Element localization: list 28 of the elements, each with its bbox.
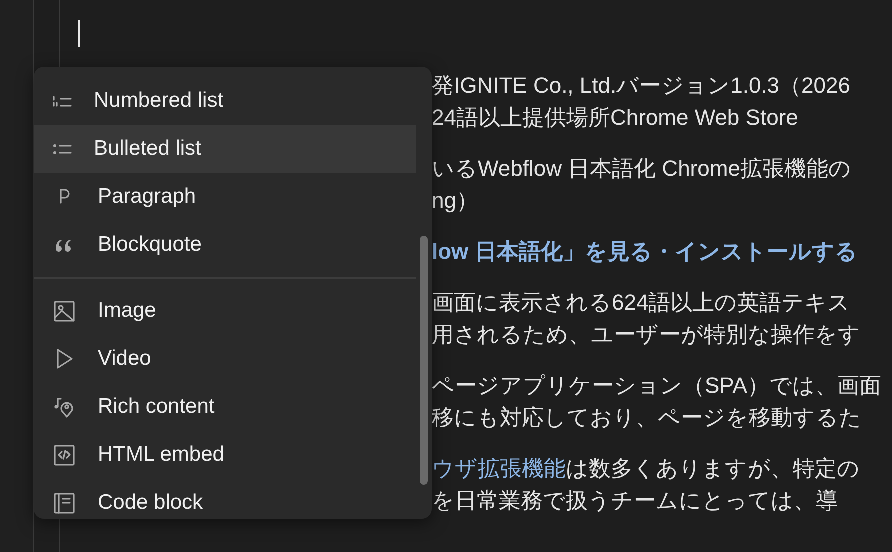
body-text: 移にも対応しており、ページを移動するた <box>432 405 862 430</box>
body-text: 24語以上提供場所Chrome Web Store <box>432 105 798 130</box>
menu-item[interactable]: Rich content <box>34 383 416 431</box>
menu-item[interactable]: Numbered list <box>34 77 416 125</box>
menu-item[interactable]: Bulleted list <box>34 125 416 173</box>
body-text: 発IGNITE Co., Ltd.バージョン1.0.3（2026 <box>432 73 850 98</box>
body-text: ng） <box>432 188 478 213</box>
scrollbar-thumb[interactable] <box>420 236 428 485</box>
text-link[interactable]: ウザ拡張機能 <box>432 456 566 481</box>
heading-link[interactable]: low 日本語化」を見る・インストールする <box>432 239 858 264</box>
menu-item[interactable]: Code block <box>34 479 416 519</box>
menu-item[interactable]: Paragraph <box>34 173 416 221</box>
body-text: ページアプリケーション（SPA）では、画面 <box>432 373 882 398</box>
image-icon <box>52 298 77 324</box>
menu-item[interactable]: Blockquote <box>34 221 416 269</box>
numbered-list-icon <box>52 94 73 108</box>
body-text: は数多くありますが、特定の <box>566 456 860 481</box>
code-block-icon <box>52 490 77 516</box>
body-text: 画面に表示される624語以上の英語テキス <box>432 290 851 315</box>
body-text: 用されるため、ユーザーが特別な操作をす <box>432 322 861 347</box>
menu-item[interactable]: Image <box>34 287 416 335</box>
menu-item[interactable]: HTML embed <box>34 431 416 479</box>
bulleted-list-icon <box>52 142 73 156</box>
menu-item[interactable]: Video <box>34 335 416 383</box>
body-text: いるWebflow 日本語化 Chrome拡張機能の <box>432 156 852 181</box>
text-cursor <box>78 20 80 47</box>
code-icon <box>52 442 77 468</box>
body-text: を日常業務で扱うチームにとっては、導 <box>432 488 838 513</box>
